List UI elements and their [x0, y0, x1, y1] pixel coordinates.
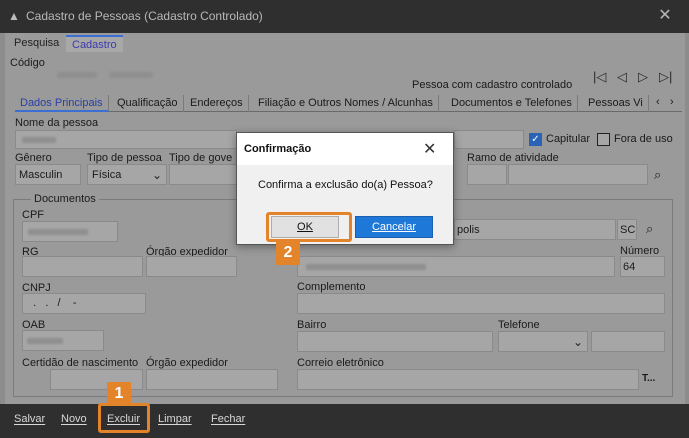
codigo-value-redacted	[57, 72, 97, 78]
cidade-input[interactable]: polis	[454, 219, 616, 240]
cidade-value: polis	[457, 224, 480, 236]
orgao-expedidor2-label: Órgão expedidor	[146, 357, 228, 369]
dialog-close-icon[interactable]: ✕	[423, 139, 436, 159]
title-bar: ▲ Cadastro de Pessoas (Cadastro Controla…	[0, 0, 689, 33]
step2-badge: 2	[276, 241, 300, 265]
nome-input-tail[interactable]	[454, 130, 524, 149]
tab-enderecos[interactable]: Endereços	[185, 95, 249, 112]
prev-record-icon[interactable]: ◁	[617, 69, 627, 85]
genero-label: Gênero	[15, 152, 52, 164]
certidao-label: Certidão de nascimento	[22, 357, 139, 369]
next-record-icon[interactable]: ▷	[638, 69, 648, 85]
app-logo-icon: ▲	[8, 9, 20, 23]
salvar-button[interactable]: Salvar	[14, 413, 45, 425]
controlled-text: Pessoa com cadastro controlado	[412, 79, 573, 91]
correio-trailing-text[interactable]: T...	[642, 373, 655, 384]
bairro-input[interactable]	[297, 331, 493, 352]
tab-cadastro[interactable]: Cadastro	[66, 35, 123, 52]
tipo-pessoa-select[interactable]: Física ⌄	[87, 164, 167, 185]
capitular-label: Capitular	[546, 133, 591, 145]
ramo-code-input[interactable]	[467, 164, 507, 185]
nome-value-redacted	[22, 137, 56, 143]
step1-badge: 1	[107, 382, 131, 406]
tab-documentos-telefones[interactable]: Documentos e Telefones	[446, 95, 578, 112]
tab-qualificacao[interactable]: Qualificação	[112, 95, 184, 112]
uf-input[interactable]: SC	[617, 219, 637, 240]
cancel-button[interactable]: Cancelar	[355, 216, 433, 238]
first-record-icon[interactable]: |◁	[593, 69, 606, 85]
tipo-pessoa-value: Física	[92, 169, 122, 181]
dialog-titlebar: Confirmação ✕	[237, 133, 453, 165]
novo-button[interactable]: Novo	[61, 413, 87, 425]
orgao-expedidor-input[interactable]	[146, 256, 237, 277]
chevron-down-icon: ⌄	[152, 168, 163, 182]
capitular-checkbox[interactable]: ✓	[529, 133, 542, 146]
logradouro-input[interactable]	[297, 256, 615, 277]
cpf-label: CPF	[22, 209, 44, 221]
fechar-button[interactable]: Fechar	[211, 413, 245, 425]
main-window: ▲ Cadastro de Pessoas (Cadastro Controla…	[0, 0, 689, 438]
orgao-expedidor2-input[interactable]	[146, 369, 278, 390]
complemento-label: Complemento	[297, 281, 366, 293]
cpf-input[interactable]	[22, 221, 118, 242]
correio-label: Correio eletrônico	[297, 357, 384, 369]
complemento-input[interactable]	[297, 293, 665, 314]
step2-highlight	[266, 212, 352, 242]
dialog-message: Confirma a exclusão do(a) Pessoa?	[258, 179, 433, 191]
limpar-button[interactable]: Limpar	[158, 413, 192, 425]
codigo-label: Código	[10, 57, 45, 69]
ramo-desc-input[interactable]	[508, 164, 648, 185]
numero-input[interactable]: 64	[620, 256, 665, 277]
window-close-button[interactable]: ✕	[652, 4, 678, 28]
fora-de-uso-checkbox[interactable]	[597, 133, 610, 146]
tipo-governo-select[interactable]	[169, 164, 237, 185]
codigo-value-redacted-2	[109, 72, 153, 78]
tab-pessoas-vinculadas[interactable]: Pessoas Vi	[583, 95, 649, 112]
chevron-down-icon: ⌄	[573, 335, 584, 349]
last-record-icon[interactable]: ▷|	[659, 69, 672, 85]
bairro-label: Bairro	[297, 319, 327, 331]
cpf-value-redacted	[28, 229, 88, 235]
nome-label: Nome da pessoa	[15, 117, 99, 129]
numero-value: 64	[623, 261, 636, 273]
logradouro-value-redacted	[306, 264, 426, 270]
correio-input[interactable]	[297, 369, 639, 390]
tipo-governo-label: Tipo de gove	[169, 152, 233, 164]
cnpj-input[interactable]: . . / -	[22, 293, 146, 314]
nome-input[interactable]	[15, 130, 237, 149]
telefone-label: Telefone	[498, 319, 540, 331]
step1-highlight	[98, 403, 150, 433]
cidade-search-icon[interactable]: ⌕	[646, 221, 653, 237]
ramo-search-icon[interactable]: ⌕	[654, 167, 661, 183]
genero-select[interactable]: Masculin	[15, 164, 81, 185]
documentos-label: Documentos	[31, 193, 99, 205]
tabs-scroll-left-icon[interactable]: ‹	[656, 96, 660, 108]
uf-value: SC	[620, 224, 636, 236]
inner-tabs: Dados Principais Qualificação Endereços …	[15, 95, 682, 112]
ramo-label: Ramo de atividade	[467, 152, 559, 164]
oab-value-redacted	[27, 338, 63, 344]
tab-dados-principais[interactable]: Dados Principais	[15, 95, 109, 112]
fora-de-uso-label: Fora de uso	[614, 133, 673, 145]
oab-input[interactable]	[22, 330, 104, 351]
telefone-type-select[interactable]: ⌄	[498, 331, 588, 352]
tab-pesquisa[interactable]: Pesquisa	[8, 35, 65, 52]
cnpj-mask: . . / -	[27, 297, 77, 309]
dialog-title: Confirmação	[244, 143, 312, 155]
telefone-input[interactable]	[591, 331, 665, 352]
tipo-pessoa-label: Tipo de pessoa	[87, 152, 162, 164]
genero-value: Masculin	[19, 169, 63, 181]
rg-input[interactable]	[22, 256, 143, 277]
tabs-scroll-right-icon[interactable]: ›	[670, 96, 674, 108]
window-title: Cadastro de Pessoas (Cadastro Controlado…	[26, 9, 263, 23]
tab-filiacao[interactable]: Filiação e Outros Nomes / Alcunhas	[253, 95, 439, 112]
